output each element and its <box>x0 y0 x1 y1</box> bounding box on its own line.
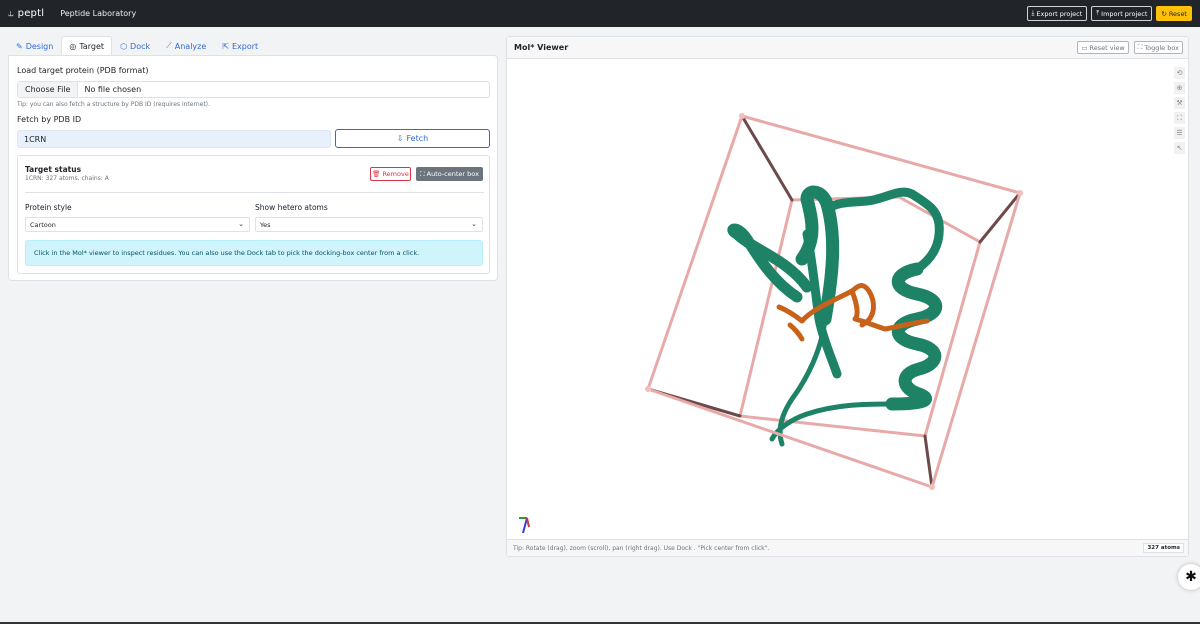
reset-icon: ↻ <box>1161 9 1167 18</box>
bounding-box-icon: ⛶ <box>1137 43 1143 51</box>
expand-icon: ⛶ <box>420 169 425 178</box>
reset-view-button[interactable]: ▭ Reset view <box>1077 41 1129 54</box>
viewer-header: Mol* Viewer ▭ Reset view ⛶ Toggle box <box>507 37 1188 59</box>
no-file-text: No file chosen <box>84 85 142 94</box>
assistant-fab-icon[interactable]: ✱ <box>1178 564 1200 590</box>
loop <box>769 401 895 442</box>
export-icon: ⇱ <box>222 41 229 51</box>
peptide-logo-icon: ⥿ <box>8 8 14 19</box>
box-corner <box>1017 190 1023 196</box>
mol-canvas[interactable]: ⟲ ⊕ ⚒ ⛶ ☰ ↖ <box>507 59 1188 539</box>
fetch-by-pdb-label: Fetch by PDB ID <box>17 115 82 124</box>
toggle-box-button[interactable]: ⛶ Toggle box <box>1133 41 1183 54</box>
atom-count-badge: 327 atoms <box>1143 543 1184 553</box>
viewer-toolbar: ⟲ ⊕ ⚒ ⛶ ☰ ↖ <box>1174 67 1185 154</box>
brand[interactable]: ⥿ peptl <box>8 8 44 19</box>
chart-icon: ⟋ <box>166 41 172 50</box>
divider <box>25 192 484 193</box>
auto-center-label: Auto-center box <box>426 170 479 178</box>
pencil-icon: ✎ <box>16 41 23 51</box>
hetero-atoms-select[interactable]: Yes ⌄ <box>255 217 483 232</box>
tab-dock-label: Dock <box>130 41 151 51</box>
viewer-actions: ▭ Reset view ⛶ Toggle box <box>1077 41 1183 54</box>
fetch-tip: Tip: you can also fetch a structure by P… <box>17 101 210 108</box>
auto-center-box-button[interactable]: ⛶ Auto-center box <box>416 167 483 181</box>
pdb-file-input[interactable]: Choose File No file chosen <box>17 81 490 98</box>
chevron-down-icon: ⌄ <box>471 220 477 228</box>
tab-design-label: Design <box>25 41 54 51</box>
target-card: Load target protein (PDB format) Choose … <box>8 55 498 281</box>
helix <box>885 262 943 411</box>
chevron-down-icon: ⌄ <box>238 220 244 228</box>
viewer-tip: Tip: Rotate (drag), zoom (scroll), pan (… <box>513 544 770 552</box>
brand-name: peptl <box>17 8 45 19</box>
load-target-label: Load target protein (PDB format) <box>17 66 149 75</box>
tab-export[interactable]: ⇱ Export <box>214 36 266 55</box>
tab-analyze[interactable]: ⟋ Analyze <box>158 36 214 55</box>
screen-icon: ▭ <box>1081 43 1088 52</box>
target-icon: ◎ <box>69 41 77 51</box>
loop <box>822 187 944 274</box>
molecule-render <box>519 113 1023 534</box>
viewer-footer: Tip: Rotate (drag), zoom (scroll), pan (… <box>507 539 1188 556</box>
remove-label: Remove <box>382 170 409 178</box>
toggle-box-label: Toggle box <box>1144 43 1179 52</box>
hetero-atoms-value: Yes <box>260 220 271 229</box>
target-status-card: Target status 1CRN: 327 atoms, chains: A… <box>17 155 490 274</box>
import-project-label: Import project <box>1101 9 1148 18</box>
download-icon: ⤓ <box>1031 9 1035 17</box>
tab-design[interactable]: ✎ Design <box>8 36 61 55</box>
reset-view-label: Reset view <box>1089 43 1125 52</box>
fullscreen-icon[interactable]: ⛶ <box>1174 112 1185 124</box>
viewer-info-alert: Click in the Mol* viewer to inspect resi… <box>25 240 483 266</box>
reset-button[interactable]: ↻ Reset <box>1156 6 1192 21</box>
pdb-id-input[interactable]: 1CRN <box>17 130 331 148</box>
tab-analyze-label: Analyze <box>174 41 207 51</box>
tab-target[interactable]: ◎ Target <box>61 36 113 55</box>
choose-file-button[interactable]: Choose File <box>18 82 79 97</box>
screenshot-icon[interactable]: ⊕ <box>1174 82 1185 94</box>
box-icon: ⬡ <box>120 41 128 51</box>
fetch-button[interactable]: ⇩ Fetch <box>335 129 490 148</box>
remove-target-button[interactable]: 🗑 Remove <box>370 167 411 181</box>
protein-style-label: Protein style <box>25 203 72 212</box>
reset-label: Reset <box>1168 9 1187 18</box>
axes-gizmo-icon <box>519 517 530 534</box>
trash-icon: 🗑 <box>372 170 381 178</box>
target-status-title: Target status <box>25 165 82 174</box>
cloud-download-icon: ⇩ <box>396 134 404 143</box>
top-navbar: ⥿ peptl Peptide Laboratory ⤓ Export proj… <box>0 0 1200 27</box>
axis-z <box>526 517 530 528</box>
box-edge <box>923 434 934 489</box>
tab-target-label: Target <box>79 41 105 51</box>
import-project-button[interactable]: ⤒ Import project <box>1091 6 1153 21</box>
tab-dock[interactable]: ⬡ Dock <box>112 36 158 55</box>
tab-export-label: Export <box>231 41 259 51</box>
box-corner <box>645 386 651 392</box>
box-back-face <box>738 195 982 438</box>
protein-style-value: Cartoon <box>30 220 56 229</box>
hetero-atoms-label: Show hetero atoms <box>255 203 328 212</box>
top-actions: ⤓ Export project ⤒ Import project ↻ Rese… <box>1026 6 1192 21</box>
fetch-button-label: Fetch <box>406 134 429 143</box>
target-status-summary: 1CRN: 327 atoms, chains: A <box>25 175 109 182</box>
viewer-title: Mol* Viewer <box>514 43 569 52</box>
box-corner <box>739 113 745 119</box>
ligand-trace <box>787 322 805 342</box>
axis-y <box>522 517 528 534</box>
export-project-label: Export project <box>1036 9 1083 18</box>
upload-icon: ⤒ <box>1096 9 1100 17</box>
tools-icon[interactable]: ⚒ <box>1174 97 1185 109</box>
box-corner <box>929 484 935 490</box>
selection-cursor-icon[interactable]: ↖ <box>1174 142 1185 154</box>
app-title: Peptide Laboratory <box>60 9 137 18</box>
left-panel: ✎ Design ◎ Target ⬡ Dock ⟋ Analyze ⇱ Exp… <box>8 36 498 281</box>
settings-icon[interactable]: ☰ <box>1174 127 1185 139</box>
protein-style-select[interactable]: Cartoon ⌄ <box>25 217 250 232</box>
reset-camera-icon[interactable]: ⟲ <box>1174 67 1185 79</box>
export-project-button[interactable]: ⤓ Export project <box>1026 6 1088 21</box>
tab-bar: ✎ Design ◎ Target ⬡ Dock ⟋ Analyze ⇱ Exp… <box>8 36 498 55</box>
mol-viewer-panel: Mol* Viewer ▭ Reset view ⛶ Toggle box ⟲ … <box>506 36 1189 557</box>
